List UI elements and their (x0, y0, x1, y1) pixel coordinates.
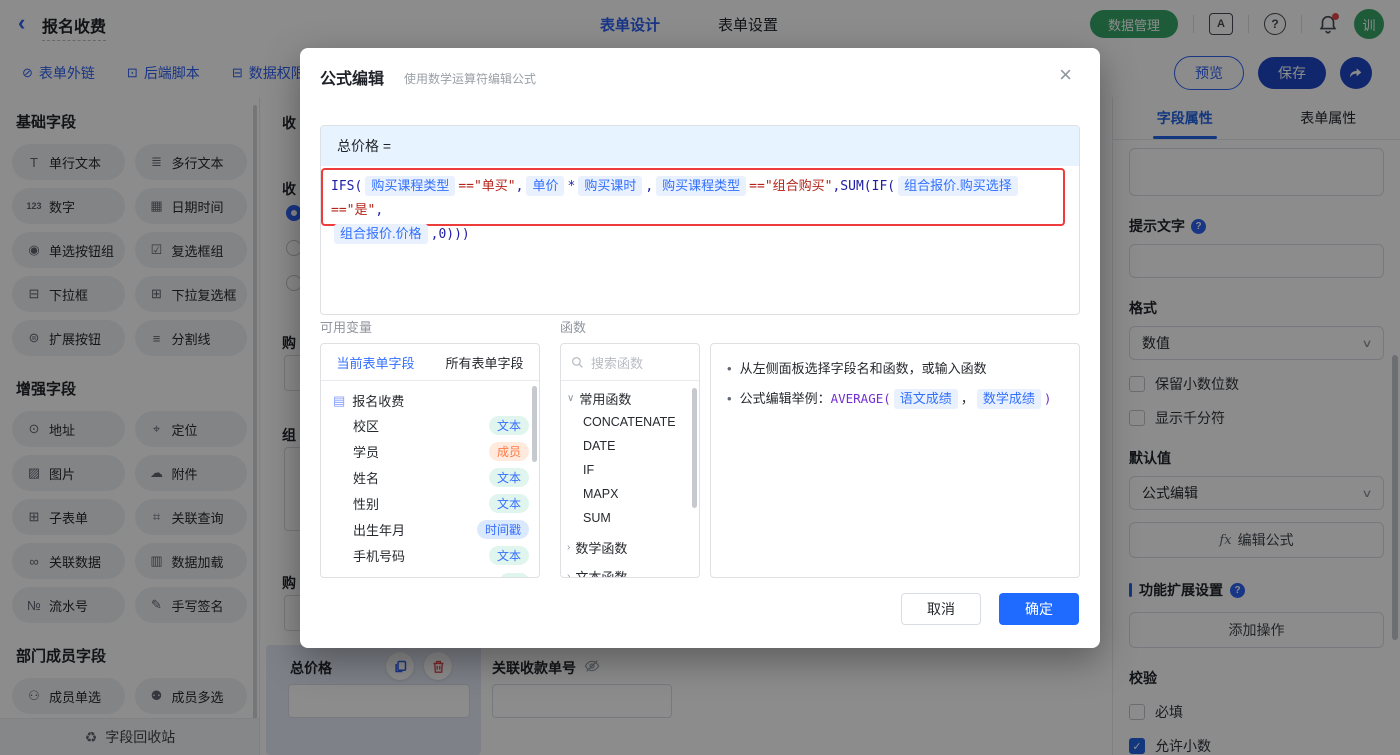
functions-scrollbar[interactable] (692, 388, 697, 508)
variables-box: 当前表单字段 所有表单字段 ▤ 报名收费 校区 文本 学员 成员 姓名 文本 性别 文本 出生年月… (320, 343, 540, 578)
variable-row-partial[interactable] (321, 568, 539, 577)
variables-list: 校区 文本 学员 成员 姓名 文本 性别 文本 出生年月 时间戳 手机号码 文本 (321, 412, 539, 577)
function-search[interactable]: 搜索函数 (561, 344, 699, 381)
formula-token-fn: IFS( (331, 179, 363, 194)
hints-box: • 从左侧面板选择字段名和函数，或输入函数 • 公式编辑举例：AVERAGE(语… (710, 343, 1080, 578)
formula-token-fn: , (645, 179, 654, 194)
variables-tab[interactable]: 当前表单字段 (321, 344, 430, 380)
function-item[interactable]: SUM (561, 506, 699, 530)
search-icon (571, 356, 583, 368)
variable-type-badge: 文本 (488, 415, 529, 435)
hint-line-1-text: 从左侧面板选择字段名和函数，或输入函数 (739, 361, 987, 376)
variable-name: 手机号码 (353, 548, 406, 564)
function-item[interactable]: MAPX (561, 482, 699, 506)
chevron-right-icon: › (567, 542, 571, 553)
formula-token-fn: ,SUM(IF( (832, 179, 896, 194)
hint-example-function: AVERAGE( (830, 391, 891, 406)
formula-token-chip[interactable]: 组合报价.购买选择 (898, 176, 1018, 196)
close-icon[interactable]: × (1059, 62, 1072, 88)
modal-title: 公式编辑 (320, 71, 385, 88)
formula-token-chip[interactable]: 组合报价.价格 (334, 224, 428, 244)
variables-tab[interactable]: 所有表单字段 (430, 344, 539, 380)
formula-token-fn: * (567, 179, 576, 194)
chevron-right-icon: › (567, 571, 571, 578)
hint-example: 公式编辑举例：AVERAGE(语文成绩，数学成绩) (739, 388, 1052, 410)
hint-example-prefix: 公式编辑举例： (739, 391, 831, 406)
formula-token-fn: , (375, 203, 384, 218)
variable-name: 校区 (353, 418, 380, 434)
variables-scrollbar[interactable] (532, 386, 537, 462)
function-item[interactable]: CONCATENATE (561, 410, 699, 434)
hint-example-field: 语文成绩 (893, 389, 958, 409)
chevron-down-icon: ∨ (567, 393, 575, 404)
search-placeholder: 搜索函数 (591, 355, 644, 371)
function-item[interactable]: IF (561, 458, 699, 482)
bullet-icon: • (727, 361, 732, 376)
functions-label: 函数 (560, 320, 587, 335)
function-item[interactable]: DATE (561, 434, 699, 458)
function-group-label: 数学函数 (575, 541, 628, 556)
hint-example-separator: ， (960, 391, 974, 406)
formula-target: 总价格 = (321, 126, 1079, 166)
variables-root-label: 报名收费 (352, 394, 405, 409)
app-root: ‹ 报名收费 表单设计 表单设置 数据管理 A ? 训 ⊘ 表单外链 ⊡ 后端脚本 ⊟ 数据… (0, 0, 1400, 755)
function-group[interactable]: ∨ 常用函数 (561, 381, 699, 410)
formula-editor-modal: 公式编辑 使用数学运算符编辑公式 × 总价格 = IFS(购买课程类型 =="单买… (300, 48, 1100, 648)
formula-token-chip[interactable]: 购买课程类型 (656, 176, 747, 196)
variable-type-badge: 时间戳 (476, 519, 529, 539)
function-groups: ∨ 常用函数 CONCATENATE DATE IF MAPX SUM › 数学函数 › 文本函数 (561, 381, 699, 578)
function-group-label: 常用函数 (579, 392, 632, 407)
hint-example-close: ) (1043, 391, 1052, 406)
variable-type-badge: 文本 (488, 467, 529, 487)
variable-row[interactable]: 手机号码 文本 (321, 542, 539, 568)
variable-row[interactable]: 性别 文本 (321, 490, 539, 516)
formula-panel: 总价格 = IFS(购买课程类型 =="单买", 单价 * 购买课时, 购买课程类型 =="… (320, 125, 1080, 315)
functions-box: 搜索函数 ∨ 常用函数 CONCATENATE DATE IF MAPX SUM › 数学函数 ›… (560, 343, 700, 578)
form-file-icon: ▤ (333, 392, 346, 408)
variable-name: 性别 (353, 496, 380, 512)
variables-tabs: 当前表单字段 所有表单字段 (321, 344, 539, 381)
variable-type-badge: 文本 (488, 493, 529, 513)
variable-name: 姓名 (353, 470, 380, 486)
variables-root[interactable]: ▤ 报名收费 (321, 381, 539, 412)
formula-token-chip[interactable]: 购买课程类型 (365, 176, 456, 196)
formula-token-chip[interactable]: 购买课时 (578, 176, 643, 196)
variables-label: 可用变量 (320, 320, 373, 335)
formula-token-op: =="是" (331, 203, 376, 218)
cancel-button[interactable]: 取消 (901, 593, 981, 625)
hint-line-1: • 从左侧面板选择字段名和函数，或输入函数 (727, 358, 1063, 380)
function-group[interactable]: › 文本函数 (561, 559, 699, 578)
bullet-icon: • (727, 391, 732, 406)
variable-row[interactable]: 校区 文本 (321, 412, 539, 438)
variable-type-badge: 文本 (488, 545, 529, 565)
confirm-button[interactable]: 确定 (999, 593, 1079, 625)
function-group[interactable]: › 数学函数 (561, 530, 699, 559)
modal-subtitle: 使用数学运算符编辑公式 (404, 72, 537, 86)
formula-token-fn: ,0))) (430, 227, 470, 242)
formula-expression[interactable]: IFS(购买课程类型 =="单买", 单价 * 购买课时, 购买课程类型 =="组合购买",… (321, 168, 1065, 244)
function-group-label: 文本函数 (575, 570, 628, 578)
variable-row[interactable]: 学员 成员 (321, 438, 539, 464)
variable-type-badge: 成员 (488, 441, 529, 461)
hint-line-2: • 公式编辑举例：AVERAGE(语文成绩，数学成绩) (727, 388, 1063, 410)
variable-name: 出生年月 (353, 522, 406, 538)
formula-token-chip[interactable]: 单价 (526, 176, 565, 196)
formula-token-op: =="组合购买" (749, 179, 833, 194)
formula-token-op: =="单买" (458, 179, 516, 194)
variable-name: 学员 (353, 444, 380, 460)
variable-row[interactable]: 姓名 文本 (321, 464, 539, 490)
variable-row[interactable]: 出生年月 时间戳 (321, 516, 539, 542)
variable-type-badge (499, 573, 529, 577)
hint-example-field: 数学成绩 (976, 389, 1041, 409)
formula-token-fn: , (515, 179, 524, 194)
